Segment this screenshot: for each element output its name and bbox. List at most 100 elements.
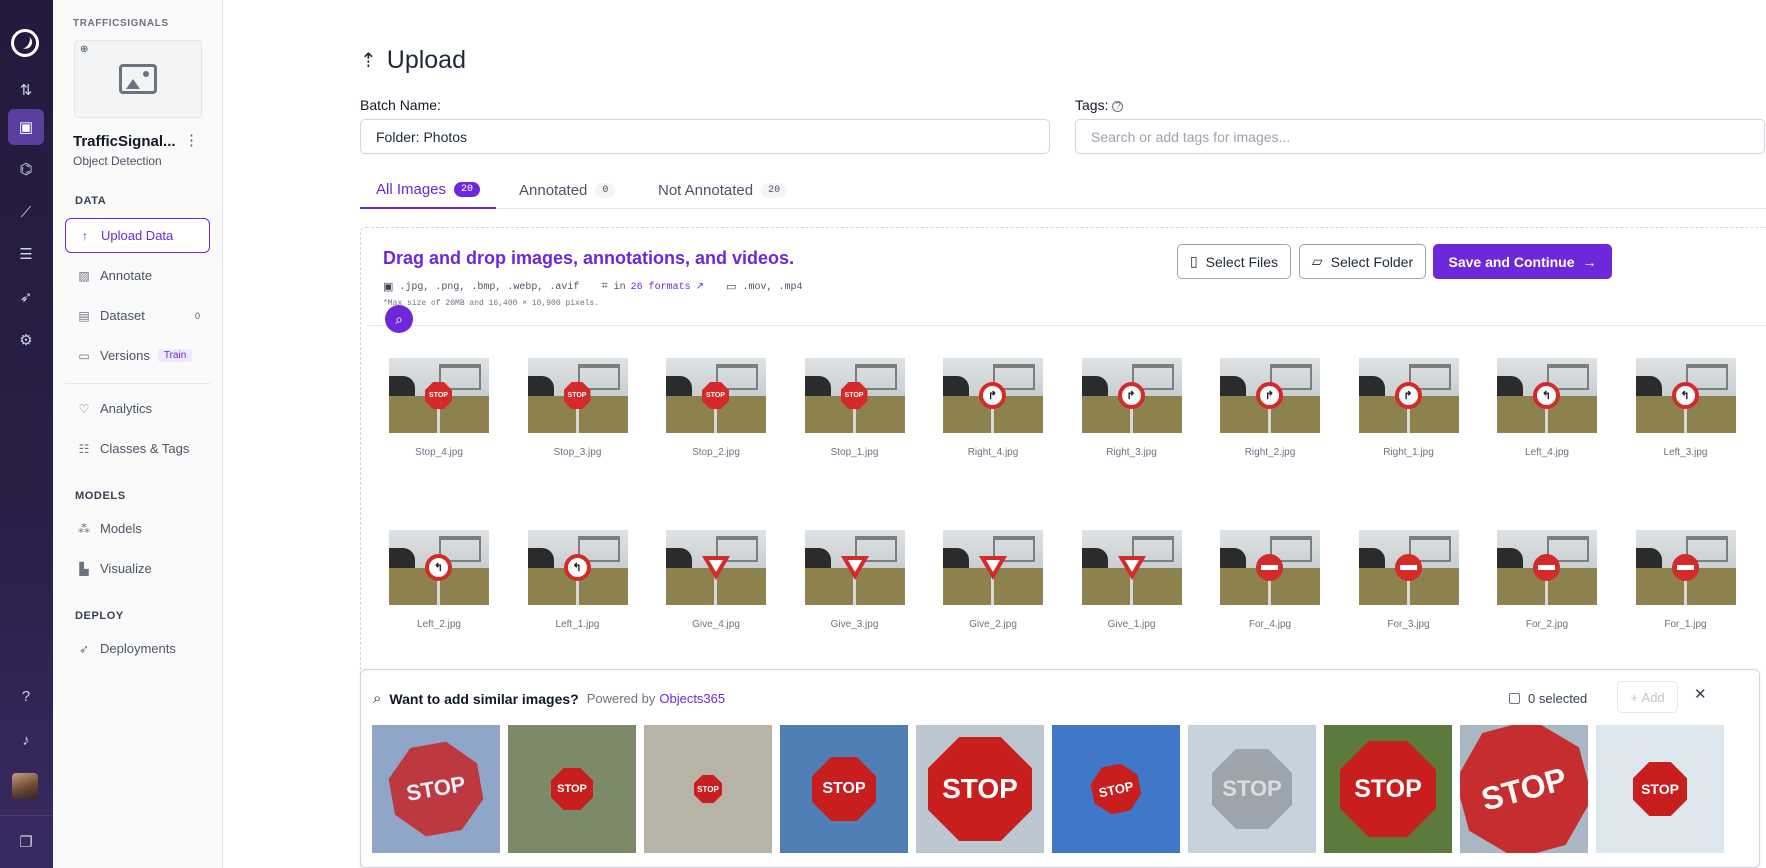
tags-search-input[interactable] [1075,119,1765,154]
image-tile[interactable]: For_2.jpg [1497,530,1597,630]
stop-sign-icon: STOP [1633,762,1687,816]
help-icon[interactable]: ? [8,678,44,714]
image-thumbnail [943,530,1043,605]
project-thumbnail[interactable]: ⊕ [74,40,202,118]
image-tile[interactable]: STOP Stop_1.jpg [804,358,905,458]
similar-image[interactable]: STOP [780,725,908,853]
similar-image[interactable]: STOP [916,725,1044,853]
add-similar-button[interactable]: + Add [1617,681,1678,713]
similar-image[interactable]: STOP [508,725,636,853]
save-and-continue-button[interactable]: Save and Continue → [1433,244,1612,279]
image-tile[interactable]: STOP Stop_2.jpg [666,358,766,458]
sidebar-item-deployments[interactable]: ➶ Deployments [65,631,210,666]
right-sign-icon: ↱ [1394,382,1422,409]
image-tile[interactable]: For_1.jpg [1635,530,1736,630]
chart-icon[interactable]: ⟋ [8,194,44,230]
sidebar-item-upload-data[interactable]: ↑ Upload Data [65,218,210,253]
similar-title: Want to add similar images? [389,690,579,707]
tab-count: 20 [454,182,481,197]
avatar[interactable] [12,773,38,799]
image-tile[interactable]: STOP Stop_3.jpg [527,358,628,458]
similar-image[interactable]: STOP [1188,725,1316,853]
image-tile[interactable]: ↱ Right_3.jpg [1081,358,1182,458]
settings-icon[interactable]: ⚙ [8,322,44,358]
page-title: ⇡ Upload [360,46,466,75]
batch-name-input[interactable] [360,119,1050,154]
heart-pulse-icon: ♡ [78,401,90,416]
main-content: ⇡ Upload Batch Name: Tags:? All Images 2… [224,0,1766,868]
zoom-search-icon[interactable]: ⌕ [385,305,413,333]
video-formats: .mov, .mp4 [742,281,803,293]
sidebar-item-visualize[interactable]: ▙ Visualize [65,551,210,586]
tags-label-row: Tags:? [1075,97,1124,113]
image-tile[interactable]: ↱ Right_1.jpg [1358,358,1459,458]
image-tile[interactable]: ↱ Right_4.jpg [943,358,1043,458]
bell-icon[interactable]: ♪ [8,722,44,758]
transfer-icon[interactable]: ⇅ [8,72,44,108]
image-filename: Right_4.jpg [967,447,1019,458]
similar-image[interactable]: STOP [1460,725,1588,853]
sidebar-item-versions[interactable]: ▭ Versions Train [65,338,210,373]
tab-annotated[interactable]: Annotated 0 [503,172,631,209]
database-icon[interactable]: ☰ [8,236,44,272]
rocket-icon[interactable]: ➶ [8,279,44,315]
sidebar-item-annotate[interactable]: ▨ Annotate [65,258,210,293]
image-tile[interactable]: ↰ Left_2.jpg [389,530,489,630]
help-circle-icon[interactable]: ? [1112,100,1124,112]
image-tile[interactable]: STOP Stop_4.jpg [389,358,489,458]
powered-by-text: Powered by [586,691,656,706]
roboflow-logo-icon[interactable] [11,29,39,57]
scene-dark [1081,376,1108,398]
workflow-icon[interactable]: ⌬ [8,151,44,187]
sidebar-item-models[interactable]: ⁂ Models [65,511,210,546]
select-files-button[interactable]: ▯ Select Files [1177,244,1291,279]
page-title-text: Upload [386,46,466,74]
models-icon: ⁂ [78,521,90,536]
similar-images-strip: STOP STOP STOP STOP STOP STOP STOP STOP STOP STOP [372,725,1750,853]
similar-image[interactable]: STOP [1596,725,1724,853]
image-tile[interactable]: Give_2.jpg [943,530,1043,630]
similar-header: ⌕ Want to add similar images? Powered by… [373,690,725,707]
sidebar-item-label: Analytics [100,401,153,416]
similar-image[interactable]: STOP [1324,725,1452,853]
right-sign-icon: ↱ [979,382,1006,409]
image-tile[interactable]: For_4.jpg [1220,530,1320,630]
image-thumbnail: ↰ [527,530,628,605]
image-filename: Right_2.jpg [1244,447,1296,458]
sidebar-item-dataset[interactable]: ▤ Dataset 0 [65,298,210,333]
similar-image[interactable]: STOP [644,725,772,853]
annotation-formats-link[interactable]: 26 formats [631,282,691,293]
select-all-checkbox[interactable]: 0 selected [1509,691,1587,706]
objects365-link[interactable]: Objects365 [659,691,725,706]
image-tile[interactable]: ↰ Left_3.jpg [1635,358,1736,458]
scene-dark [1497,548,1523,570]
inbox-icon[interactable]: ▣ [8,109,44,145]
image-tile[interactable]: ↰ Left_4.jpg [1497,358,1597,458]
workspace-name: TRAFFICSIGNALS [73,18,169,29]
similar-image[interactable]: STOP [1052,725,1180,853]
tab-not-annotated[interactable]: Not Annotated 20 [642,172,803,209]
project-name[interactable]: TrafficSignal... [73,133,183,150]
dataset-count: 0 [194,310,200,321]
docs-icon[interactable]: ❐ [8,824,44,860]
sidebar-item-classes-tags[interactable]: ☷ Classes & Tags [65,431,210,466]
sidebar-item-label: Classes & Tags [100,441,190,456]
image-thumbnail: ↱ [1220,358,1320,433]
stop-sign-icon: STOP [1340,741,1436,837]
image-tile[interactable]: ↰ Left_1.jpg [527,530,628,630]
more-options-icon[interactable]: ⋮ [184,131,199,149]
image-tile[interactable]: For_3.jpg [1358,530,1459,630]
image-tile[interactable]: Give_1.jpg [1081,530,1182,630]
image-filename: Left_2.jpg [417,619,461,630]
image-thumbnail: ↱ [943,358,1043,433]
tab-all-images[interactable]: All Images 20 [360,172,497,209]
image-thumbnail [1497,530,1597,605]
image-tile[interactable]: Give_4.jpg [666,530,766,630]
sidebar-item-analytics[interactable]: ♡ Analytics [65,391,210,426]
similar-image[interactable]: STOP [372,725,500,853]
image-tile[interactable]: Give_3.jpg [804,530,905,630]
image-tile[interactable]: ↱ Right_2.jpg [1220,358,1320,458]
close-icon[interactable]: ✕ [1694,685,1707,703]
bounding-box-icon: ⌗ [601,281,608,293]
select-folder-button[interactable]: ▱ Select Folder [1299,244,1426,279]
